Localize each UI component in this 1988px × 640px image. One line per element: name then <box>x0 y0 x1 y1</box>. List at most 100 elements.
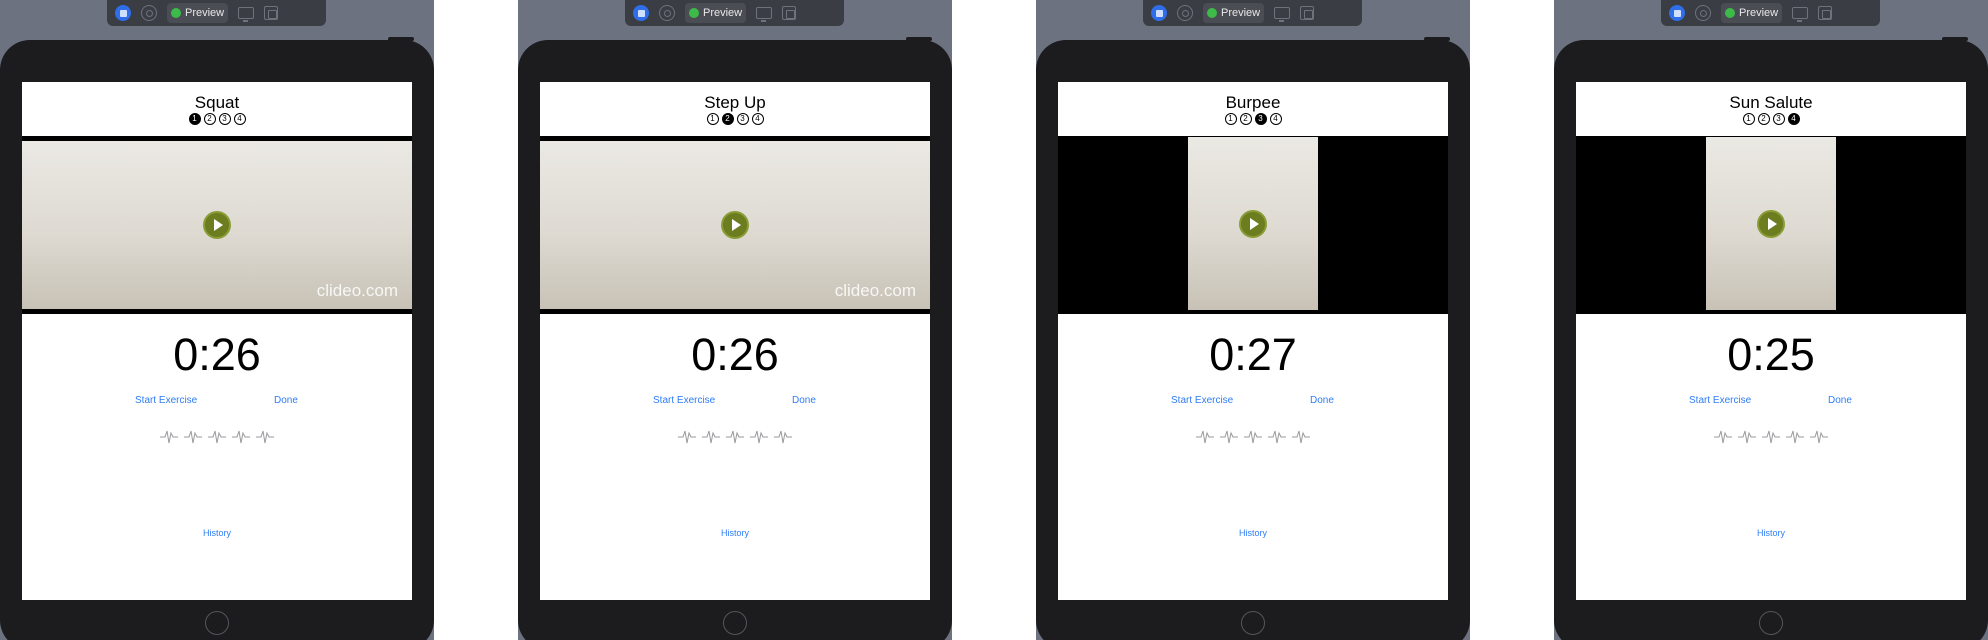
device-screen: Sun Salute 1 2 3 4 0:25 Start Exercise D… <box>1576 82 1966 600</box>
preview-button[interactable]: Preview <box>685 3 747 23</box>
home-button[interactable] <box>1241 611 1265 635</box>
live-preview-icon[interactable] <box>633 5 649 21</box>
start-exercise-button[interactable]: Start Exercise <box>1689 395 1751 406</box>
inspect-icon[interactable] <box>1177 5 1193 21</box>
ipad-device: Step Up 1 2 3 4 clideo.com 0:26 Start Ex… <box>518 37 952 640</box>
play-icon[interactable] <box>1757 209 1785 238</box>
waveform-icon[interactable] <box>256 428 274 446</box>
exercise-content: 0:26 Start Exercise Done History <box>22 314 412 600</box>
device-screen: Squat 1 2 3 4 clideo.com 0:26 Start Exer… <box>22 82 412 600</box>
page-dot-1[interactable]: 1 <box>706 113 719 125</box>
waveform-icon[interactable] <box>1196 428 1214 446</box>
start-exercise-button[interactable]: Start Exercise <box>653 395 715 406</box>
done-button[interactable]: Done <box>792 395 816 406</box>
preview-panel-step-up: Preview Step Up 1 2 3 4 clideo.com 0:26 … <box>518 0 952 640</box>
waveform-icon[interactable] <box>1714 428 1732 446</box>
duplicate-preview-icon[interactable] <box>1818 6 1833 20</box>
waveform-icon[interactable] <box>726 428 744 446</box>
page-dot-1[interactable]: 1 <box>1742 113 1755 125</box>
device-screen: Step Up 1 2 3 4 clideo.com 0:26 Start Ex… <box>540 82 930 600</box>
waveform-icon[interactable] <box>1738 428 1756 446</box>
page-dot-4[interactable]: 4 <box>233 113 246 125</box>
waveform-icon[interactable] <box>184 428 202 446</box>
page-dot-2[interactable]: 2 <box>1757 113 1770 125</box>
device-button <box>906 37 932 41</box>
page-dot-1[interactable]: 1 <box>1224 113 1237 125</box>
exercise-content: 0:25 Start Exercise Done History <box>1576 314 1966 600</box>
waveform-icon[interactable] <box>232 428 250 446</box>
page-dot-3[interactable]: 3 <box>1254 113 1267 125</box>
exercise-video[interactable]: clideo.com <box>22 141 412 309</box>
play-icon[interactable] <box>203 211 231 239</box>
preview-button[interactable]: Preview <box>1203 3 1265 23</box>
page-dot-3[interactable]: 3 <box>218 113 231 125</box>
page-dot-2[interactable]: 2 <box>203 113 216 125</box>
waveform-icon[interactable] <box>1244 428 1262 446</box>
done-button[interactable]: Done <box>1310 395 1334 406</box>
preview-toolbar: Preview <box>107 0 326 26</box>
device-button <box>1424 37 1450 41</box>
waveform-icon[interactable] <box>1292 428 1310 446</box>
preview-toolbar: Preview <box>1661 0 1880 26</box>
page-dot-3[interactable]: 3 <box>736 113 749 125</box>
page-dot-1[interactable]: 1 <box>188 113 201 125</box>
done-button[interactable]: Done <box>1828 395 1852 406</box>
page-indicator: 1 2 3 4 <box>22 113 412 125</box>
page-dot-4[interactable]: 4 <box>751 113 764 125</box>
exercise-title: Burpee <box>1225 93 1281 112</box>
waveform-icon[interactable] <box>1810 428 1828 446</box>
history-button[interactable]: History <box>1576 528 1966 538</box>
device-settings-icon[interactable] <box>238 7 255 22</box>
exercise-content: 0:27 Start Exercise Done History <box>1058 314 1448 600</box>
history-button[interactable]: History <box>540 528 930 538</box>
waveform-icon[interactable] <box>1268 428 1286 446</box>
inspect-icon[interactable] <box>141 5 157 21</box>
waveform-icon[interactable] <box>1762 428 1780 446</box>
start-exercise-button[interactable]: Start Exercise <box>1171 395 1233 406</box>
page-dot-4[interactable]: 4 <box>1269 113 1282 125</box>
history-button[interactable]: History <box>1058 528 1448 538</box>
play-icon[interactable] <box>1239 209 1267 238</box>
done-button[interactable]: Done <box>274 395 298 406</box>
device-settings-icon[interactable] <box>1792 7 1809 22</box>
home-button[interactable] <box>205 611 229 635</box>
preview-button[interactable]: Preview <box>1721 3 1783 23</box>
device-settings-icon[interactable] <box>756 7 773 22</box>
exercise-video[interactable]: clideo.com <box>540 141 930 309</box>
duplicate-preview-icon[interactable] <box>264 6 279 20</box>
waveform-icon[interactable] <box>160 428 178 446</box>
waveform-icon[interactable] <box>1220 428 1238 446</box>
duplicate-preview-icon[interactable] <box>1300 6 1315 20</box>
ipad-device: Burpee 1 2 3 4 0:27 Start Exercise Done <box>1036 37 1470 640</box>
waveform-icon[interactable] <box>750 428 768 446</box>
home-button[interactable] <box>1759 611 1783 635</box>
waveform-icon[interactable] <box>1786 428 1804 446</box>
exercise-header: Squat 1 2 3 4 <box>22 82 412 136</box>
exercise-title: Squat <box>194 93 240 112</box>
start-exercise-button[interactable]: Start Exercise <box>135 395 197 406</box>
device-settings-icon[interactable] <box>1274 7 1291 22</box>
page-dot-2[interactable]: 2 <box>1239 113 1252 125</box>
play-icon[interactable] <box>721 211 749 239</box>
page-indicator: 1 2 3 4 <box>1576 113 1966 125</box>
waveform-icon[interactable] <box>774 428 792 446</box>
exercise-video[interactable] <box>1576 137 1966 310</box>
exercise-title: Step Up <box>704 93 766 112</box>
waveform-icon[interactable] <box>702 428 720 446</box>
waveform-icon[interactable] <box>678 428 696 446</box>
inspect-icon[interactable] <box>1695 5 1711 21</box>
home-button[interactable] <box>723 611 747 635</box>
page-dot-2[interactable]: 2 <box>721 113 734 125</box>
live-preview-icon[interactable] <box>1151 5 1167 21</box>
exercise-video[interactable] <box>1058 137 1448 310</box>
live-preview-icon[interactable] <box>115 5 131 21</box>
duplicate-preview-icon[interactable] <box>782 6 797 20</box>
countdown-timer: 0:25 <box>1727 329 1815 380</box>
live-preview-icon[interactable] <box>1669 5 1685 21</box>
history-button[interactable]: History <box>22 528 412 538</box>
inspect-icon[interactable] <box>659 5 675 21</box>
waveform-icon[interactable] <box>208 428 226 446</box>
page-dot-3[interactable]: 3 <box>1772 113 1785 125</box>
page-dot-4[interactable]: 4 <box>1787 113 1800 125</box>
preview-button[interactable]: Preview <box>167 3 229 23</box>
